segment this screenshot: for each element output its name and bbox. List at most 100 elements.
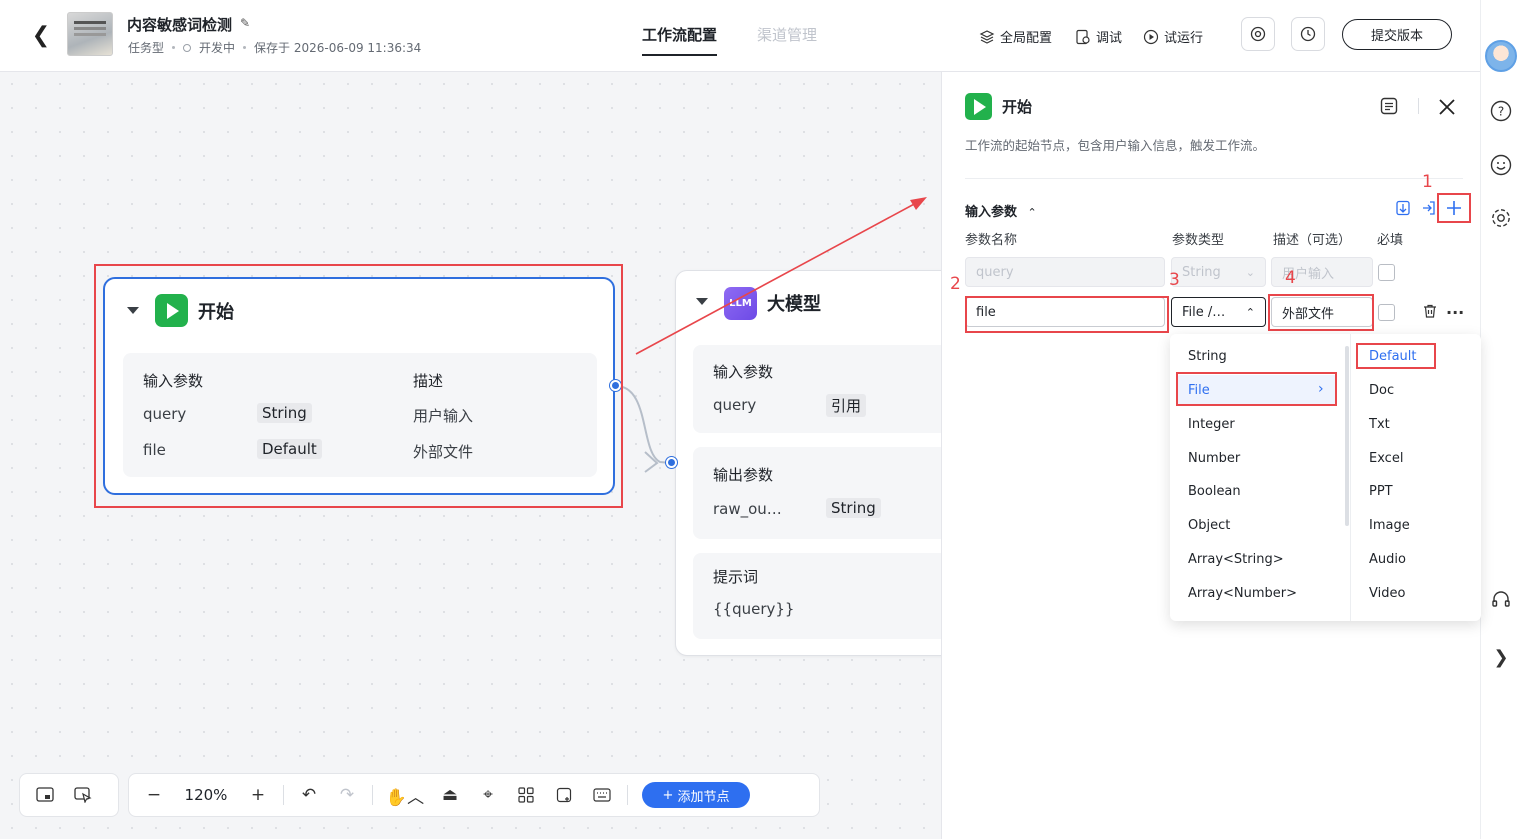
debug-label: 调试 <box>1096 31 1123 46</box>
start-node[interactable]: 开始 输入参数 描述 query String 用户输入 file Defaul… <box>103 277 615 495</box>
param-name-input[interactable]: file <box>965 297 1165 327</box>
auto-layout-icon[interactable]: ⏏ <box>431 780 469 810</box>
subtype-option[interactable]: Audio <box>1369 552 1406 567</box>
param-name: file <box>143 441 166 459</box>
llm-node[interactable]: LLM 大模型 输入参数 query 引用 输出参数 raw_ou… Strin… <box>675 270 941 656</box>
undo-icon[interactable]: ↶ <box>290 780 328 810</box>
delete-icon[interactable] <box>1422 303 1438 323</box>
dropdown-option[interactable]: Integer <box>1188 417 1235 432</box>
fit-view-icon[interactable]: ⌖ <box>469 780 507 810</box>
annotation-number: 1 <box>1422 172 1433 192</box>
collapse-caret-icon[interactable] <box>696 298 708 305</box>
llm-prompt-box: 提示词 {{query}} <box>693 553 941 639</box>
global-config-label: 全局配置 <box>1000 31 1053 46</box>
dropdown-option[interactable]: Object <box>1188 518 1230 533</box>
dropdown-option[interactable]: Array<Number> <box>1188 586 1297 601</box>
subtype-option[interactable]: Doc <box>1369 383 1394 398</box>
panel-description: 工作流的起始节点，包含用户输入信息，触发工作流。 <box>965 138 1266 153</box>
tab-workflow-config[interactable]: 工作流配置 <box>642 24 718 56</box>
trial-run-button[interactable]: 试运行 <box>1143 27 1203 46</box>
param-type-value: File /… <box>1182 304 1226 320</box>
submit-version-button[interactable]: 提交版本 <box>1342 19 1452 50</box>
section-divider <box>965 178 1463 179</box>
dropdown-option[interactable]: Boolean <box>1188 484 1241 499</box>
tab-channel-management[interactable]: 渠道管理 <box>757 24 817 45</box>
param-type-select[interactable]: String ⌄ <box>1171 257 1266 287</box>
llm-output-param-name: raw_ou… <box>713 500 782 518</box>
param-type-badge: String <box>257 403 312 423</box>
history-button[interactable] <box>1291 17 1325 51</box>
llm-node-title: 大模型 <box>767 294 821 315</box>
col-header-type: 参数类型 <box>1172 233 1225 248</box>
keyboard-icon[interactable] <box>583 780 621 810</box>
settings-icon[interactable] <box>1489 206 1513 230</box>
separator-dot <box>172 46 176 49</box>
subtype-option[interactable]: Video <box>1369 586 1405 601</box>
app-status-label: 开发中 <box>199 41 236 55</box>
workflow-canvas[interactable]: 开始 输入参数 描述 query String 用户输入 file Defaul… <box>0 72 941 839</box>
edit-icon[interactable]: ✎ <box>240 16 250 30</box>
back-icon[interactable]: ❮ <box>28 22 54 48</box>
dropdown-option-file[interactable]: File <box>1188 383 1210 398</box>
grid-layout-icon[interactable] <box>507 780 545 810</box>
llm-input-label: 输入参数 <box>713 363 774 381</box>
required-checkbox[interactable] <box>1378 264 1395 281</box>
play-circle-icon <box>1143 29 1159 44</box>
zoom-out-icon[interactable]: − <box>135 780 173 810</box>
subtype-option[interactable]: Image <box>1369 518 1410 533</box>
dropdown-option[interactable]: Number <box>1188 451 1240 466</box>
subtype-option[interactable]: Excel <box>1369 451 1403 466</box>
pointer-select-icon[interactable] <box>64 780 102 810</box>
import-icon[interactable] <box>1395 200 1411 220</box>
input-params-section-title[interactable]: 输入参数 ⌃ <box>965 201 1037 220</box>
param-type-dropdown: String File › Integer Number Boolean Obj… <box>1170 334 1481 621</box>
notes-icon[interactable] <box>1379 96 1399 120</box>
chevron-up-icon[interactable]: ⌃ <box>1028 206 1037 219</box>
add-param-icon[interactable] <box>1444 198 1464 222</box>
start-output-port[interactable] <box>610 380 621 391</box>
separator-dot <box>243 46 247 49</box>
required-checkbox[interactable] <box>1378 304 1395 321</box>
bug-check-button[interactable] <box>1241 17 1275 51</box>
add-comment-icon[interactable] <box>545 780 583 810</box>
subtype-option-default[interactable]: Default <box>1369 349 1417 364</box>
dropdown-option[interactable]: String <box>1188 349 1227 364</box>
collapse-caret-icon[interactable] <box>127 307 139 314</box>
add-node-button[interactable]: + 添加节点 <box>642 782 750 808</box>
login-icon[interactable] <box>1421 200 1437 220</box>
param-desc: 外部文件 <box>413 443 474 461</box>
chevron-down-icon: ⌄ <box>1245 265 1255 279</box>
chevron-up-icon: ⌃ <box>1245 305 1255 319</box>
avatar[interactable] <box>1485 40 1517 72</box>
debug-button[interactable]: 调试 <box>1075 27 1122 46</box>
zoom-in-icon[interactable]: + <box>239 780 277 810</box>
history-icon <box>1300 26 1316 42</box>
app-title: 内容敏感词检测 <box>127 16 233 34</box>
smile-icon[interactable] <box>1489 153 1513 177</box>
subtype-option[interactable]: PPT <box>1369 484 1393 499</box>
param-type-select[interactable]: File /… ⌃ <box>1171 297 1266 327</box>
more-icon[interactable]: ··· <box>1446 303 1464 322</box>
start-params-box: 输入参数 描述 query String 用户输入 file Default 外… <box>123 353 597 477</box>
saved-time-label: 保存于 2026-06-09 11:36:34 <box>254 41 422 55</box>
close-icon[interactable] <box>1437 97 1457 121</box>
hand-tool-icon[interactable]: ✋︿ <box>379 780 431 810</box>
param-desc: 用户输入 <box>413 407 474 425</box>
param-name-input[interactable]: query <box>965 257 1165 287</box>
redo-icon[interactable]: ↷ <box>328 780 366 810</box>
input-params-title-text: 输入参数 <box>965 205 1018 220</box>
headset-icon[interactable] <box>1489 588 1513 612</box>
llm-input-port[interactable] <box>666 457 677 468</box>
llm-input-box: 输入参数 query 引用 <box>693 345 941 433</box>
subtype-option[interactable]: Txt <box>1369 417 1390 432</box>
expand-chevron-icon[interactable]: ❯ <box>1489 645 1513 669</box>
dropdown-option[interactable]: Array<String> <box>1188 552 1284 567</box>
global-config-button[interactable]: 全局配置 <box>979 27 1052 46</box>
start-play-icon <box>155 294 188 327</box>
param-desc-input[interactable]: 外部文件 <box>1271 297 1373 327</box>
dropdown-column-divider <box>1350 334 1351 621</box>
help-icon[interactable]: ? <box>1489 99 1513 123</box>
dropdown-scrollbar[interactable] <box>1345 346 1349 526</box>
minimap-icon[interactable] <box>26 780 64 810</box>
layers-icon <box>979 29 995 44</box>
